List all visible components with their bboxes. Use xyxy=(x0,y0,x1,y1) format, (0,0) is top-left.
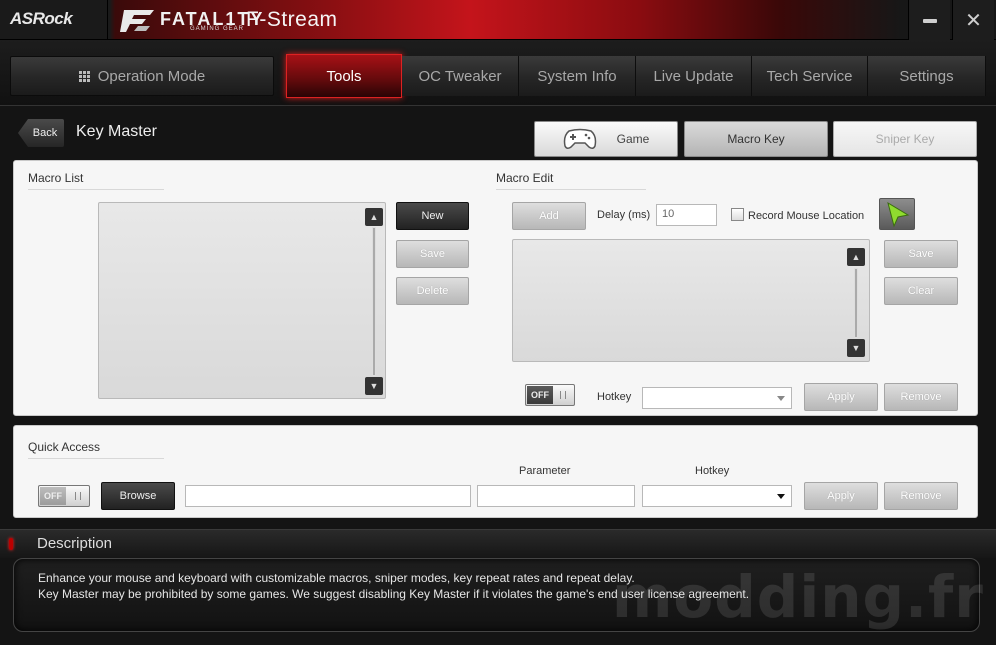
cursor-arrow-icon xyxy=(887,201,910,228)
main-nav: Operation Mode Tools OC Tweaker System I… xyxy=(0,40,996,106)
quick-hotkey-select[interactable] xyxy=(642,485,792,507)
tab-label: Tools xyxy=(326,67,362,85)
macro-edit-save-button[interactable]: Save xyxy=(884,240,958,268)
macro-enable-toggle[interactable]: OFF xyxy=(525,384,575,406)
macro-save-button[interactable]: Save xyxy=(396,240,469,268)
app-title: F-Stream xyxy=(246,8,338,31)
macro-apply-button[interactable]: Apply xyxy=(804,383,878,411)
tab-live-update[interactable]: Live Update xyxy=(636,56,752,96)
tab-settings[interactable]: Settings xyxy=(868,56,986,96)
chevron-down-icon xyxy=(777,396,785,401)
macro-delete-button[interactable]: Delete xyxy=(396,277,469,305)
record-mouse-label: Record Mouse Location xyxy=(748,210,865,222)
macro-key-mode-button[interactable]: Macro Key xyxy=(684,121,828,157)
game-mode-button[interactable]: Game xyxy=(534,121,678,157)
fatal1ty-logo-icon xyxy=(120,10,154,32)
quick-remove-button[interactable]: Remove xyxy=(884,482,958,510)
scroll-down-button[interactable]: ▼ xyxy=(847,339,865,357)
grid-icon xyxy=(78,70,90,82)
chevron-down-icon xyxy=(777,494,785,499)
scroll-up-button[interactable]: ▲ xyxy=(847,248,865,266)
toggle-off-label: OFF xyxy=(527,386,553,404)
macro-edit-clear-button[interactable]: Clear xyxy=(884,277,958,305)
program-path-input[interactable] xyxy=(185,485,471,507)
minimize-button[interactable] xyxy=(908,0,950,40)
description-title: Description xyxy=(37,535,113,552)
description-box: modding.fr Enhance your mouse and keyboa… xyxy=(13,558,983,632)
scrollbar-track[interactable] xyxy=(372,227,376,376)
parameter-input[interactable] xyxy=(477,485,635,507)
scroll-down-button[interactable]: ▼ xyxy=(365,377,383,395)
tab-label: Tech Service xyxy=(766,67,853,85)
description-line-2: Key Master may be prohibited by some gam… xyxy=(38,587,750,601)
fatal1ty-subtitle: GAMING GEAR xyxy=(190,26,245,32)
scrollbar-track[interactable] xyxy=(854,268,858,338)
macro-remove-button[interactable]: Remove xyxy=(884,383,958,411)
description-header: Description xyxy=(0,529,996,558)
delay-input[interactable]: 10 xyxy=(656,204,717,226)
quick-access-toggle[interactable]: OFF xyxy=(38,485,90,507)
tab-label: Operation Mode xyxy=(97,67,206,85)
tab-tech-service[interactable]: Tech Service xyxy=(752,56,868,96)
title-divider xyxy=(107,0,108,40)
delay-label: Delay (ms) xyxy=(597,209,651,221)
macro-list-box[interactable]: ▲ ▼ xyxy=(98,202,386,399)
tab-label: Settings xyxy=(899,67,954,85)
description-line-1: Enhance your mouse and keyboard with cus… xyxy=(38,571,635,585)
sniper-key-mode-button[interactable]: Sniper Key xyxy=(833,121,977,157)
tab-label: System Info xyxy=(537,67,617,85)
quick-access-panel: Quick Access Parameter Hotkey OFF Browse… xyxy=(13,425,978,518)
indicator-led-icon xyxy=(9,538,13,550)
cursor-capture-button[interactable] xyxy=(879,198,915,230)
gamepad-icon xyxy=(563,128,596,150)
macro-panel: Macro List ▲ ▼ New Save Delete Macro Edi… xyxy=(13,160,978,416)
title-bar: ASRock FATAL1TY GAMING GEAR F-Stream ✕ xyxy=(0,0,996,40)
tab-system-info[interactable]: System Info xyxy=(519,56,636,96)
macro-edit-box[interactable]: ▲ ▼ xyxy=(512,239,870,362)
toggle-off-label: OFF xyxy=(40,487,66,505)
close-icon: ✕ xyxy=(965,9,982,32)
back-button[interactable]: Back xyxy=(18,119,64,147)
quick-hotkey-label: Hotkey xyxy=(695,465,730,477)
toggle-grip-icon xyxy=(75,492,81,500)
parameter-label: Parameter xyxy=(519,465,571,477)
tab-operation-mode[interactable]: Operation Mode xyxy=(10,56,274,96)
macro-hotkey-label: Hotkey xyxy=(597,391,632,403)
close-button[interactable]: ✕ xyxy=(952,0,994,40)
macro-add-button[interactable]: Add xyxy=(512,202,586,230)
macro-hotkey-select[interactable] xyxy=(642,387,792,409)
game-mode-label: Game xyxy=(616,132,650,146)
page-title: Key Master xyxy=(76,123,157,140)
macro-list-title: Macro List xyxy=(28,171,164,190)
record-mouse-checkbox[interactable] xyxy=(731,208,744,221)
toggle-grip-icon xyxy=(560,391,566,399)
scroll-up-button[interactable]: ▲ xyxy=(365,208,383,226)
quick-apply-button[interactable]: Apply xyxy=(804,482,878,510)
macro-edit-title: Macro Edit xyxy=(496,171,646,190)
asrock-logo: ASRock xyxy=(10,9,73,28)
tab-label: Live Update xyxy=(653,67,734,85)
macro-new-button[interactable]: New xyxy=(396,202,469,230)
quick-access-title: Quick Access xyxy=(28,440,164,459)
browse-button[interactable]: Browse xyxy=(101,482,175,510)
tab-oc-tweaker[interactable]: OC Tweaker xyxy=(402,56,519,96)
tab-label: OC Tweaker xyxy=(418,67,502,85)
tab-tools[interactable]: Tools xyxy=(286,54,402,98)
minimize-icon xyxy=(922,19,937,23)
